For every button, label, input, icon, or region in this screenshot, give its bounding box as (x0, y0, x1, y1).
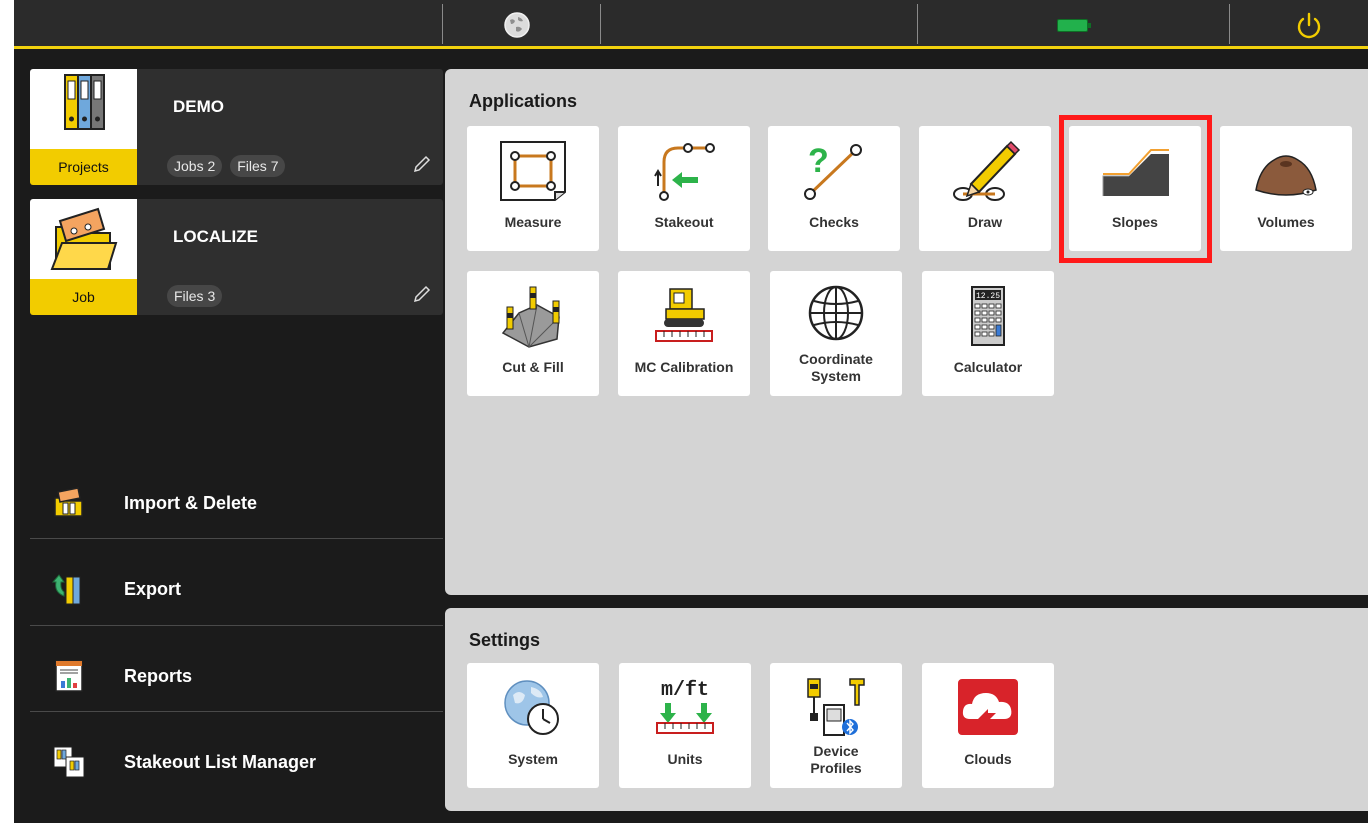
device-profiles-label-line1: Device (813, 743, 859, 759)
slopes-label: Slopes (1112, 214, 1158, 230)
system-label: System (508, 751, 558, 767)
units-icon-text: m/ft (661, 679, 709, 702)
slopes-tile[interactable]: Slopes (1069, 126, 1201, 251)
measure-label: Measure (504, 214, 562, 230)
volumes-icon (1255, 155, 1317, 196)
calculator-label: Calculator (953, 359, 1023, 375)
stakeout-list-manager-menu-item[interactable]: Stakeout List Manager (30, 719, 443, 805)
job-thumbnail (30, 199, 137, 279)
job-card[interactable]: Job LOCALIZE Files 3 (30, 199, 443, 315)
export-menu-item[interactable]: Export (30, 546, 443, 632)
settings-panel: Settings System m/ft Units Device Profil… (445, 608, 1368, 811)
menu-divider (30, 711, 443, 712)
export-icon (52, 574, 81, 605)
coordinate-label-line2: System (811, 368, 861, 384)
globe-icon[interactable] (504, 12, 530, 38)
device-profiles-label: Device Profiles (770, 743, 902, 777)
units-tile[interactable]: m/ft Units (619, 663, 751, 788)
checks-label: Checks (809, 214, 859, 230)
reports-icon (55, 660, 83, 692)
checks-tile[interactable]: ? Checks (768, 126, 900, 251)
project-card[interactable]: Projects DEMO Jobs 2 Files 7 (30, 69, 443, 185)
units-icon: m/ft (656, 679, 714, 734)
mc-calibration-tile[interactable]: MC Calibration (618, 271, 750, 396)
stakeout-list-manager-label: Stakeout List Manager (124, 751, 317, 772)
draw-label: Draw (967, 214, 1003, 230)
volumes-tile[interactable]: Volumes (1220, 126, 1352, 251)
calculator-display: 12.25 (976, 292, 1000, 301)
power-icon[interactable] (1295, 12, 1323, 40)
cut-fill-icon (501, 286, 560, 348)
reports-menu-item[interactable]: Reports (30, 633, 443, 719)
measure-tile[interactable]: Measure (467, 126, 599, 251)
measure-icon (500, 141, 566, 201)
import-delete-icon (54, 487, 83, 517)
status-divider (1229, 4, 1230, 44)
binders-icon (64, 74, 105, 130)
app-window: Projects DEMO Jobs 2 Files 7 Job LOCALIZ… (14, 0, 1368, 823)
stakeout-tile[interactable]: Stakeout (618, 126, 750, 251)
battery-icon (1057, 19, 1091, 32)
menu-divider (30, 538, 443, 539)
folder-icon (50, 207, 118, 270)
clouds-tile[interactable]: Clouds (922, 663, 1054, 788)
stakeout-label: Stakeout (654, 214, 714, 230)
device-profiles-tile[interactable]: Device Profiles (770, 663, 902, 788)
files-count-badge: Files 7 (230, 155, 286, 177)
import-delete-label: Import & Delete (124, 492, 258, 513)
mc-calibration-icon (655, 288, 713, 342)
units-label: Units (667, 751, 703, 767)
status-divider (600, 4, 601, 44)
globe-grid-icon (808, 285, 864, 341)
clouds-label: Clouds (964, 751, 1012, 767)
project-tag: Projects (30, 149, 137, 185)
cut-fill-tile[interactable]: Cut & Fill (467, 271, 599, 396)
files-count-badge: Files 3 (167, 285, 223, 307)
device-profiles-icon (807, 678, 865, 736)
system-clock-icon (504, 680, 559, 735)
settings-title: Settings (469, 630, 541, 650)
applications-panel: Applications Measure Stakeout ? Checks D… (445, 69, 1368, 595)
jobs-count-badge: Jobs 2 (167, 155, 223, 177)
reports-label: Reports (124, 665, 193, 686)
import-delete-menu-item[interactable]: Import & Delete (30, 460, 443, 546)
mc-calibration-label: MC Calibration (634, 359, 734, 375)
device-profiles-label-line2: Profiles (810, 760, 862, 776)
stakeout-icon (654, 143, 715, 201)
job-name: LOCALIZE (173, 227, 258, 246)
status-divider (917, 4, 918, 44)
checks-icon: ? (804, 142, 862, 200)
export-label: Export (124, 578, 182, 599)
coordinate-label-line1: Coordinate (799, 351, 873, 367)
menu-divider (30, 625, 443, 626)
status-divider (442, 4, 443, 44)
stakeout-list-icon (53, 746, 85, 778)
svg-text:?: ? (808, 142, 829, 180)
edit-pencil-icon[interactable] (413, 285, 431, 303)
system-tile[interactable]: System (467, 663, 599, 788)
cut-fill-label: Cut & Fill (502, 359, 564, 375)
applications-title: Applications (469, 91, 578, 111)
clouds-icon (958, 679, 1018, 735)
draw-tile[interactable]: Draw (919, 126, 1051, 251)
slopes-icon (1102, 149, 1169, 196)
calculator-tile[interactable]: 12.25 Calculator (922, 271, 1054, 396)
edit-pencil-icon[interactable] (413, 155, 431, 173)
project-name: DEMO (173, 97, 224, 116)
calculator-icon: 12.25 (971, 286, 1005, 346)
draw-icon (953, 140, 1021, 201)
coordinate-system-label: Coordinate System (770, 351, 902, 385)
coordinate-system-tile[interactable]: Coordinate System (770, 271, 902, 396)
status-bar (14, 0, 1368, 49)
project-thumbnail (30, 69, 137, 149)
volumes-label: Volumes (1257, 214, 1315, 230)
job-tag: Job (30, 279, 137, 315)
